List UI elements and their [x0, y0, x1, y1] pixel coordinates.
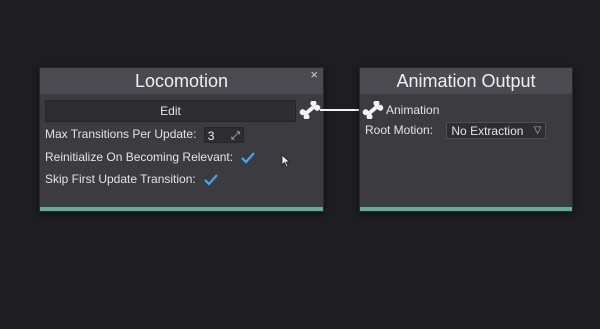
- edit-button[interactable]: Edit: [45, 100, 296, 122]
- output-pin-icon[interactable]: [299, 101, 321, 119]
- graph-canvas[interactable]: Locomotion × Edit Max Transitions Per Up…: [0, 0, 600, 329]
- animation-output-node-title: Animation Output: [396, 71, 536, 91]
- mouse-cursor-icon: [281, 154, 291, 168]
- connection-wire[interactable]: [320, 109, 364, 111]
- animation-port-label: Animation: [386, 103, 440, 117]
- root-motion-label: Root Motion:: [365, 123, 434, 137]
- animation-port-row: Animation: [386, 101, 439, 119]
- checkmark-icon: [241, 152, 256, 164]
- animation-output-node-footer: [360, 207, 572, 211]
- max-transitions-label: Max Transitions Per Update:: [45, 127, 197, 141]
- input-pin-icon[interactable]: [362, 101, 384, 119]
- root-motion-dropdown[interactable]: No Extraction ▽: [446, 122, 547, 140]
- root-motion-row: Root Motion: No Extraction ▽: [365, 121, 547, 140]
- root-motion-value: No Extraction: [451, 124, 524, 139]
- locomotion-node[interactable]: Locomotion × Edit Max Transitions Per Up…: [39, 67, 324, 212]
- animation-output-node-header[interactable]: Animation Output: [360, 68, 572, 94]
- max-transitions-field[interactable]: 3 ⤢: [203, 126, 244, 144]
- max-transitions-row: Max Transitions Per Update: 3 ⤢: [45, 125, 244, 143]
- locomotion-node-title: Locomotion: [134, 71, 229, 91]
- reinitialize-label: Reinitialize On Becoming Relevant:: [45, 150, 234, 164]
- chevron-down-icon: ▽: [533, 125, 542, 137]
- checkmark-icon: [204, 174, 218, 186]
- max-transitions-value: 3: [207, 128, 215, 143]
- skip-first-row: Skip First Update Transition:: [45, 170, 219, 188]
- skip-first-label: Skip First Update Transition:: [45, 172, 196, 186]
- reinitialize-checkbox[interactable]: [240, 151, 256, 165]
- skip-first-checkbox[interactable]: [203, 173, 219, 187]
- animation-output-node[interactable]: Animation Output Animation Root Motion: …: [359, 67, 573, 212]
- close-icon[interactable]: ×: [310, 68, 318, 82]
- locomotion-node-footer: [40, 207, 323, 211]
- expand-icon[interactable]: ⤢: [231, 128, 240, 144]
- reinitialize-row: Reinitialize On Becoming Relevant:: [45, 148, 256, 166]
- locomotion-node-header[interactable]: Locomotion ×: [40, 68, 323, 94]
